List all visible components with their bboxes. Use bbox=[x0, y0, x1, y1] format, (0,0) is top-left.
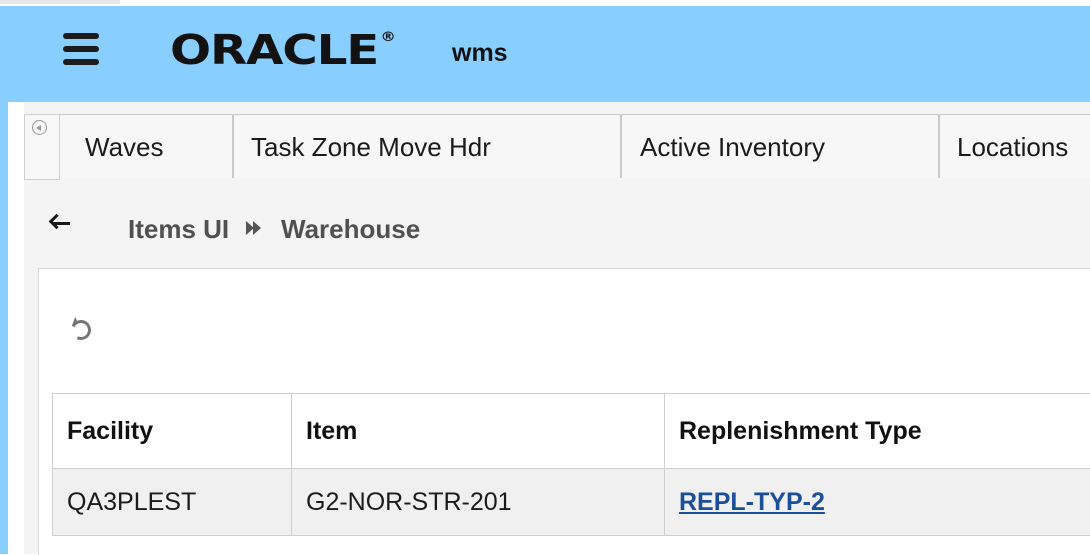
back-arrow-icon[interactable] bbox=[49, 213, 71, 235]
column-header-facility[interactable]: Facility bbox=[53, 394, 292, 469]
tab-label: Task Zone Move Hdr bbox=[251, 132, 491, 162]
tab-locations[interactable]: Locations bbox=[939, 114, 1090, 178]
app-name: wms bbox=[452, 39, 508, 68]
breadcrumb-warehouse: Warehouse bbox=[281, 216, 420, 242]
main-panel: Facility Item Replenishment Type QA3PLES… bbox=[38, 268, 1090, 555]
hamburger-line bbox=[63, 59, 99, 65]
tab-label: Waves bbox=[85, 132, 164, 162]
tab-label: Active Inventory bbox=[640, 132, 825, 162]
hamburger-menu-icon[interactable] bbox=[63, 33, 99, 65]
column-header-item[interactable]: Item bbox=[292, 394, 665, 469]
oracle-logo: ORACLE® bbox=[170, 26, 395, 74]
tab-scroll-back-button[interactable] bbox=[24, 114, 60, 180]
tab-bar: Waves Task Zone Move Hdr Active Inventor… bbox=[24, 114, 1090, 180]
column-header-replenishment-type[interactable]: Replenishment Type bbox=[665, 394, 1090, 469]
left-frame bbox=[0, 6, 8, 554]
oracle-logo-text: ORACLE bbox=[170, 26, 378, 74]
hamburger-line bbox=[63, 33, 99, 39]
back-arrow-head bbox=[49, 214, 65, 230]
content-area: Waves Task Zone Move Hdr Active Inventor… bbox=[24, 102, 1090, 554]
cell-facility: QA3PLEST bbox=[53, 469, 292, 536]
registered-mark: ® bbox=[381, 30, 395, 45]
table-row[interactable]: QA3PLEST G2-NOR-STR-201 REPL-TYP-2 bbox=[53, 469, 1090, 536]
refresh-icon[interactable] bbox=[67, 315, 99, 347]
top-strip-mark bbox=[0, 0, 120, 4]
table-header-row: Facility Item Replenishment Type bbox=[53, 394, 1090, 469]
breadcrumb: Items UI Warehouse bbox=[24, 180, 1090, 246]
hamburger-line bbox=[63, 46, 99, 52]
breadcrumb-items-ui[interactable]: Items UI bbox=[128, 216, 229, 242]
tab-label: Locations bbox=[957, 132, 1068, 162]
replenishment-type-link[interactable]: REPL-TYP-2 bbox=[679, 488, 825, 516]
circle-back-icon bbox=[32, 120, 47, 135]
tab-task-zone-move-hdr[interactable]: Task Zone Move Hdr bbox=[233, 114, 621, 178]
cell-replenishment-type: REPL-TYP-2 bbox=[665, 469, 1090, 536]
chevron-part bbox=[253, 221, 261, 235]
double-chevron-right-icon bbox=[246, 219, 266, 237]
tab-active-inventory[interactable]: Active Inventory bbox=[621, 114, 939, 178]
data-table: Facility Item Replenishment Type QA3PLES… bbox=[52, 393, 1090, 536]
app-header: ORACLE® wms bbox=[8, 6, 1090, 102]
cell-item: G2-NOR-STR-201 bbox=[292, 469, 665, 536]
